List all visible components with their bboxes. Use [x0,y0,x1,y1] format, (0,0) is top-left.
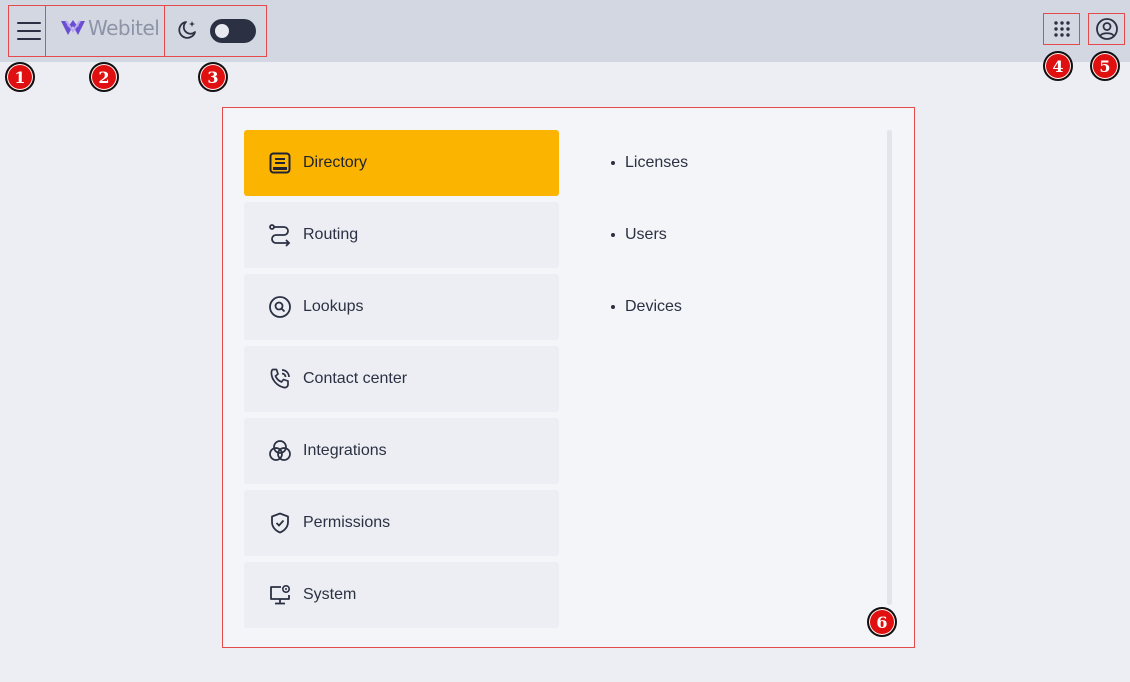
moon-stars-icon [178,21,196,39]
nav-item-system[interactable]: System [244,562,559,628]
annotation-badge-6: 6 [867,607,897,637]
sub-item-label: Devices [625,298,682,315]
apps-grid-icon [1053,21,1070,37]
nav-item-routing[interactable]: Routing [244,202,559,268]
nav-item-label: Directory [303,154,368,171]
navigation-panel: Directory Routing Lookups Contact center [222,107,915,648]
user-profile-button[interactable] [1091,15,1122,43]
annotation-badge-2: 2 [89,62,119,92]
nav-item-label: Integrations [303,442,387,459]
theme-toggle[interactable] [210,19,256,43]
bullet [611,233,615,237]
nav-item-label: Routing [303,226,359,243]
system-monitor-icon [270,584,291,605]
hamburger-icon [17,22,41,40]
toggle-knob [215,24,229,38]
webitel-logo[interactable]: Webitel [60,14,160,42]
nav-item-label: System [303,586,357,603]
nav-item-integrations[interactable]: Integrations [244,418,559,484]
webitel-logo-icon [61,20,85,35]
shield-check-icon [271,512,289,534]
nav-item-contact-center[interactable]: Contact center [244,346,559,412]
annotation-badge-1: 1 [5,62,35,92]
scrollbar[interactable] [887,130,892,605]
bullet [611,305,615,309]
sub-item-label: Licenses [625,154,689,171]
annotation-badge-3: 3 [198,62,228,92]
integrations-icon [269,440,291,461]
annotation-badge-5: 5 [1090,51,1120,81]
logo-text: Webitel [88,16,160,40]
nav-item-lookups[interactable]: Lookups [244,274,559,340]
lookups-icon [269,296,291,318]
contact-center-icon [270,368,290,389]
annotation-badge-4: 4 [1043,51,1073,81]
apps-button[interactable] [1046,15,1077,43]
directory-icon [269,152,291,174]
nav-item-label: Contact center [303,370,408,387]
menu-button[interactable] [12,14,46,48]
nav-item-label: Lookups [303,298,364,315]
nav-item-permissions[interactable]: Permissions [244,490,559,556]
sub-item-label: Users [625,226,667,243]
sub-item-users[interactable]: Users [611,226,811,244]
routing-icon [269,224,291,247]
nav-item-label: Permissions [303,514,391,531]
nav-item-directory[interactable]: Directory [244,130,559,196]
sub-item-licenses[interactable]: Licenses [611,154,811,172]
sub-item-devices[interactable]: Devices [611,298,811,316]
bullet [611,161,615,165]
user-avatar-icon [1095,18,1118,40]
